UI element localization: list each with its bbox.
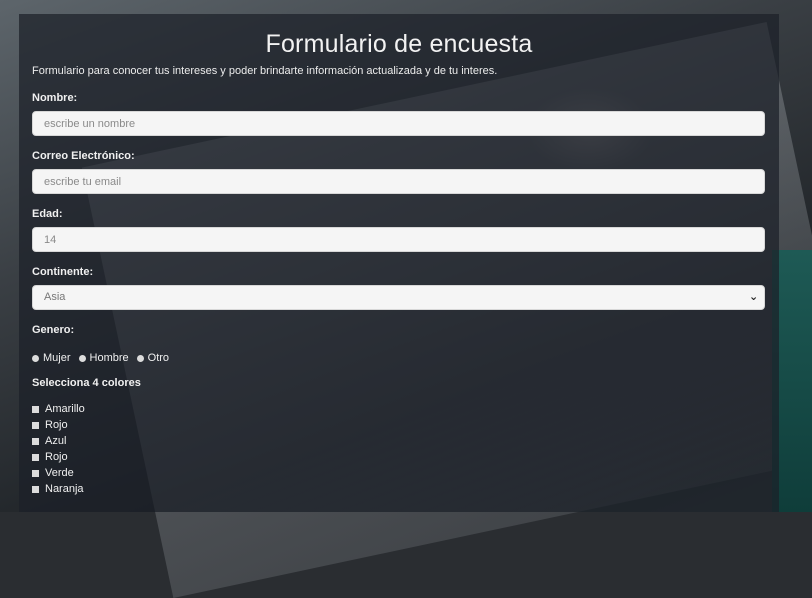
survey-form: Formulario de encuesta Formulario para c… — [19, 14, 779, 512]
radio-button[interactable] — [78, 354, 86, 362]
color-option-verde[interactable]: Verde — [32, 465, 766, 481]
checkbox[interactable] — [32, 437, 39, 445]
color-option-rojo[interactable]: Rojo — [32, 417, 766, 433]
age-input[interactable] — [32, 227, 765, 252]
gender-option-mujer[interactable]: Mujer — [32, 352, 71, 364]
checkbox-label: Azul — [45, 435, 67, 447]
email-label: Correo Electrónico: — [32, 150, 135, 162]
name-input[interactable] — [32, 111, 765, 136]
gender-option-otro[interactable]: Otro — [136, 352, 170, 364]
gender-options: Mujer Hombre Otro — [32, 352, 766, 364]
form-description: Formulario para conocer tus intereses y … — [32, 65, 498, 77]
color-option-rojo-2[interactable]: Rojo — [32, 449, 766, 465]
colors-label: Selecciona 4 colores — [32, 377, 141, 389]
color-option-naranja[interactable]: Naranja — [32, 481, 766, 497]
radio-label: Otro — [147, 352, 170, 364]
colors-options: Amarillo Rojo Azul Rojo Verde Naranja — [32, 401, 766, 497]
checkbox-label: Amarillo — [45, 403, 85, 415]
chevron-down-icon: ⌄ — [749, 291, 759, 303]
continent-label: Continente: — [32, 266, 94, 278]
checkbox[interactable] — [32, 485, 39, 493]
age-label: Edad: — [32, 208, 63, 220]
radio-label: Hombre — [89, 352, 129, 364]
color-option-azul[interactable]: Azul — [32, 433, 766, 449]
radio-button[interactable] — [136, 354, 144, 362]
checkbox[interactable] — [32, 469, 39, 477]
gender-option-hombre[interactable]: Hombre — [78, 352, 129, 364]
checkbox-label: Verde — [45, 467, 74, 479]
email-input[interactable] — [32, 169, 765, 194]
form-title: Formulario de encuesta — [265, 30, 533, 58]
checkbox-label: Naranja — [45, 483, 84, 495]
checkbox-label: Rojo — [45, 419, 68, 431]
checkbox[interactable] — [32, 453, 39, 461]
checkbox[interactable] — [32, 405, 39, 413]
name-label: Nombre: — [32, 92, 78, 104]
gender-label: Genero: — [32, 324, 75, 336]
checkbox-label: Rojo — [45, 451, 68, 463]
radio-label: Mujer — [43, 352, 71, 364]
continent-select[interactable]: Asia ⌄ — [32, 285, 765, 310]
continent-selected-value: Asia — [32, 285, 765, 310]
checkbox[interactable] — [32, 421, 39, 429]
radio-button[interactable] — [32, 354, 39, 362]
color-option-amarillo[interactable]: Amarillo — [32, 401, 766, 417]
